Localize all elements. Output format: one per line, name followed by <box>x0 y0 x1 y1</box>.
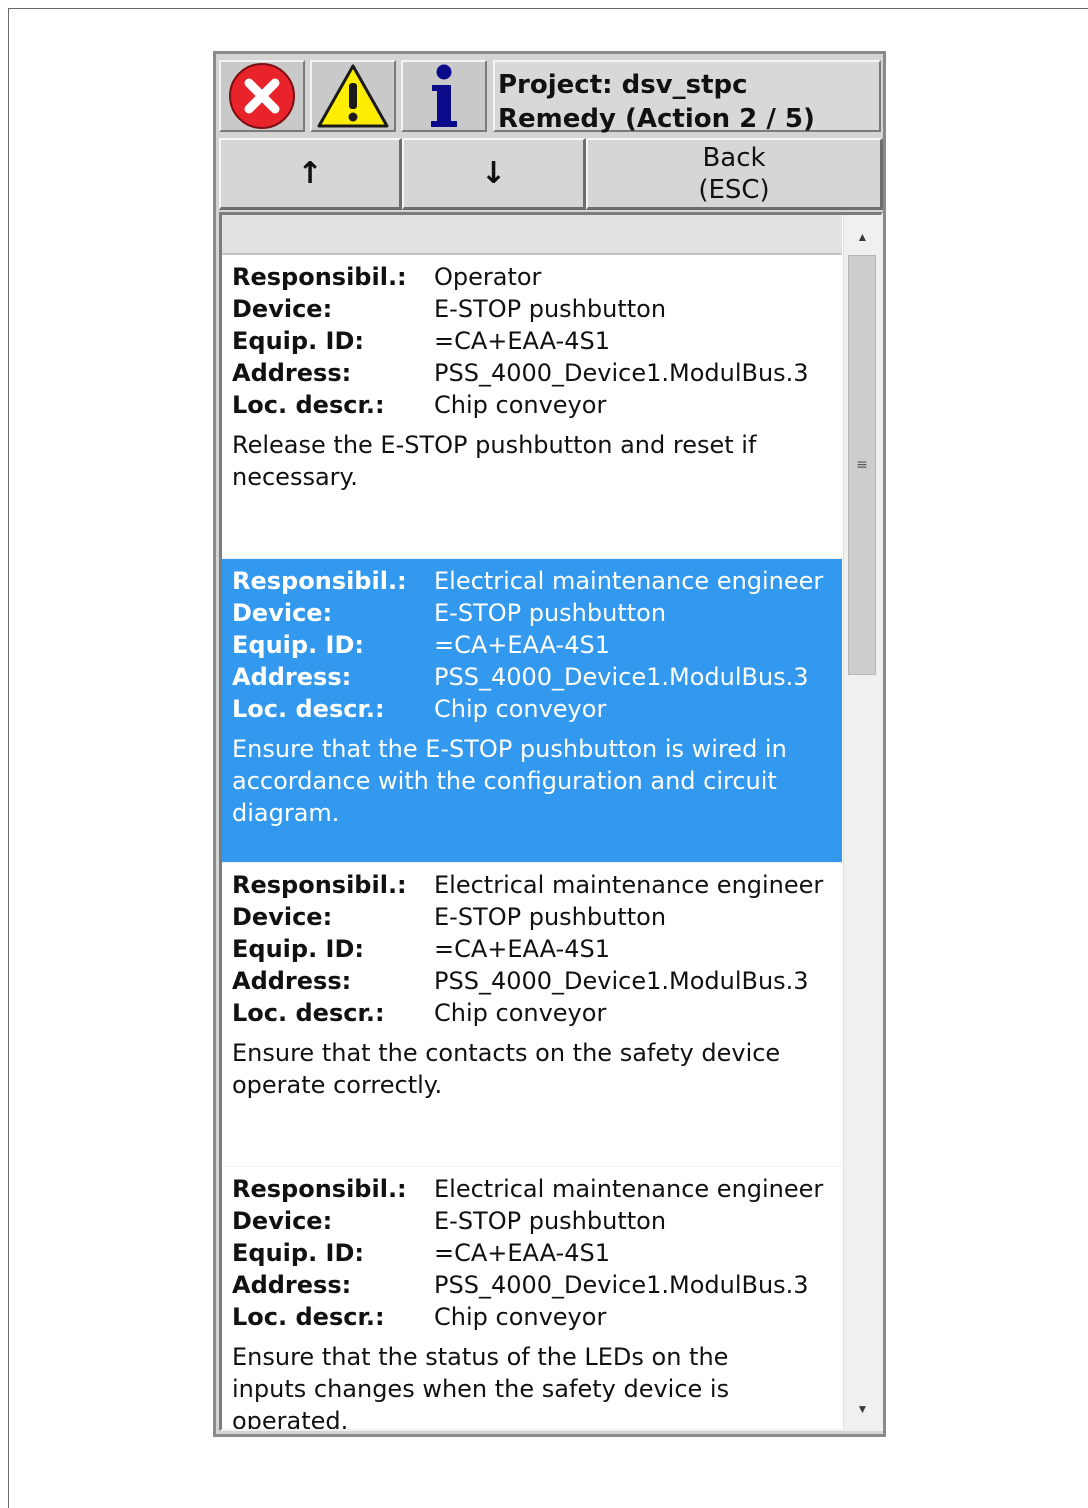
field-row-equip-id: Equip. ID: =CA+EAA-4S1 <box>232 1237 842 1269</box>
error-tile[interactable] <box>219 60 305 132</box>
field-row-equip-id: Equip. ID: =CA+EAA-4S1 <box>232 629 842 661</box>
field-row-responsibility: Responsibil.: Electrical maintenance engi… <box>232 565 842 597</box>
field-row-device: Device: E-STOP pushbutton <box>232 901 842 933</box>
scrollbar-thumb[interactable]: ≡ <box>848 255 876 675</box>
field-value: =CA+EAA-4S1 <box>434 1239 610 1267</box>
field-value: Electrical maintenance engineer <box>434 567 824 595</box>
info-icon <box>431 64 457 127</box>
field-label: Address: <box>232 1271 352 1299</box>
field-value: =CA+EAA-4S1 <box>434 935 610 963</box>
field-value: E-STOP pushbutton <box>434 903 667 931</box>
warning-tile[interactable] <box>310 60 396 132</box>
remedy-action-counter: Remedy (Action 2 / 5) <box>498 104 815 134</box>
header: Project: dsv_stpc Remedy (Action 2 / 5) <box>216 54 883 138</box>
field-value: Chip conveyor <box>434 391 607 419</box>
field-label: Device: <box>232 599 333 627</box>
field-label: Device: <box>232 1207 333 1235</box>
field-value: Electrical maintenance engineer <box>434 871 824 899</box>
grip-icon: ≡ <box>856 457 868 473</box>
remedy-entry[interactable]: Responsibil.: Operator Device: E-STOP pushb… <box>222 255 842 559</box>
field-label: Equip. ID: <box>232 1239 364 1267</box>
field-value: Chip conveyor <box>434 1303 607 1331</box>
remedy-entry-selected[interactable]: Responsibil.: Electrical maintenance engi… <box>222 559 842 863</box>
field-label: Equip. ID: <box>232 327 364 355</box>
field-value: Operator <box>434 263 542 291</box>
back-label: Back <box>702 142 766 173</box>
field-row-location: Loc. descr.: Chip conveyor <box>232 389 842 421</box>
field-label: Loc. descr.: <box>232 999 385 1027</box>
scrollbar-up-arrow-icon[interactable]: ▲ <box>844 219 881 255</box>
list-header <box>222 215 842 255</box>
field-row-address: Address: PSS_4000_Device1.ModulBus.3 <box>232 661 842 693</box>
vertical-scrollbar[interactable]: ▲ ≡ ▼ <box>843 215 881 1429</box>
field-row-responsibility: Responsibil.: Operator <box>232 261 842 293</box>
info-tile[interactable] <box>401 60 487 132</box>
field-value: PSS_4000_Device1.ModulBus.3 <box>434 663 809 691</box>
title-box: Project: dsv_stpc Remedy (Action 2 / 5) <box>493 60 881 134</box>
field-value: =CA+EAA-4S1 <box>434 631 610 659</box>
remedy-entry[interactable]: Responsibil.: Electrical maintenance engi… <box>222 863 842 1167</box>
arrow-up-icon: ↑ <box>297 156 323 191</box>
back-button[interactable]: Back (ESC) <box>586 138 883 210</box>
field-label: Responsibil.: <box>232 263 407 291</box>
arrow-down-icon: ↓ <box>480 156 507 191</box>
field-row-device: Device: E-STOP pushbutton <box>232 1205 842 1237</box>
field-label: Equip. ID: <box>232 935 364 963</box>
field-label: Address: <box>232 663 352 691</box>
toolbar: ↑ ↓ Back (ESC) <box>216 138 883 210</box>
remedy-list[interactable]: Responsibil.: Operator Device: E-STOP pushb… <box>219 212 883 1431</box>
field-label: Responsibil.: <box>232 567 407 595</box>
field-value: PSS_4000_Device1.ModulBus.3 <box>434 359 809 387</box>
field-value: Chip conveyor <box>434 999 607 1027</box>
field-row-equip-id: Equip. ID: =CA+EAA-4S1 <box>232 933 842 965</box>
field-row-location: Loc. descr.: Chip conveyor <box>232 1301 842 1333</box>
field-row-responsibility: Responsibil.: Electrical maintenance engi… <box>232 1173 842 1205</box>
field-value: E-STOP pushbutton <box>434 295 667 323</box>
field-label: Responsibil.: <box>232 871 407 899</box>
field-label: Loc. descr.: <box>232 391 385 419</box>
field-value: E-STOP pushbutton <box>434 599 667 627</box>
remedy-entries: Responsibil.: Operator Device: E-STOP pushb… <box>222 255 842 1431</box>
scroll-down-button[interactable]: ↓ <box>402 138 586 210</box>
field-value: E-STOP pushbutton <box>434 1207 667 1235</box>
field-row-responsibility: Responsibil.: Electrical maintenance engi… <box>232 869 842 901</box>
remedy-text: Ensure that the contacts on the safety d… <box>232 1039 781 1099</box>
remedy-text: Ensure that the E-STOP pushbutton is wir… <box>232 735 787 827</box>
field-label: Address: <box>232 967 352 995</box>
field-value: =CA+EAA-4S1 <box>434 327 610 355</box>
field-value: Chip conveyor <box>434 695 607 723</box>
field-label: Responsibil.: <box>232 1175 407 1203</box>
field-label: Device: <box>232 903 333 931</box>
remedy-window: Project: dsv_stpc Remedy (Action 2 / 5) … <box>213 51 886 1437</box>
field-row-device: Device: E-STOP pushbutton <box>232 293 842 325</box>
field-label: Loc. descr.: <box>232 695 385 723</box>
back-shortcut-label: (ESC) <box>698 174 770 205</box>
field-value: PSS_4000_Device1.ModulBus.3 <box>434 1271 809 1299</box>
warning-icon <box>317 64 389 128</box>
scroll-up-button[interactable]: ↑ <box>219 138 402 210</box>
error-icon <box>229 63 295 129</box>
field-label: Address: <box>232 359 352 387</box>
field-row-address: Address: PSS_4000_Device1.ModulBus.3 <box>232 965 842 997</box>
field-row-device: Device: E-STOP pushbutton <box>232 597 842 629</box>
scrollbar-down-arrow-icon[interactable]: ▼ <box>844 1391 881 1427</box>
field-value: PSS_4000_Device1.ModulBus.3 <box>434 967 809 995</box>
project-title: Project: dsv_stpc <box>498 70 748 100</box>
field-label: Equip. ID: <box>232 631 364 659</box>
remedy-text: Ensure that the status of the LEDs on th… <box>232 1343 730 1431</box>
field-row-location: Loc. descr.: Chip conveyor <box>232 693 842 725</box>
field-row-address: Address: PSS_4000_Device1.ModulBus.3 <box>232 1269 842 1301</box>
field-row-address: Address: PSS_4000_Device1.ModulBus.3 <box>232 357 842 389</box>
remedy-text: Release the E-STOP pushbutton and reset … <box>232 431 757 491</box>
field-label: Loc. descr.: <box>232 1303 385 1331</box>
field-row-location: Loc. descr.: Chip conveyor <box>232 997 842 1029</box>
remedy-entry[interactable]: Responsibil.: Electrical maintenance engi… <box>222 1167 842 1431</box>
field-row-equip-id: Equip. ID: =CA+EAA-4S1 <box>232 325 842 357</box>
field-label: Device: <box>232 295 333 323</box>
field-value: Electrical maintenance engineer <box>434 1175 824 1203</box>
